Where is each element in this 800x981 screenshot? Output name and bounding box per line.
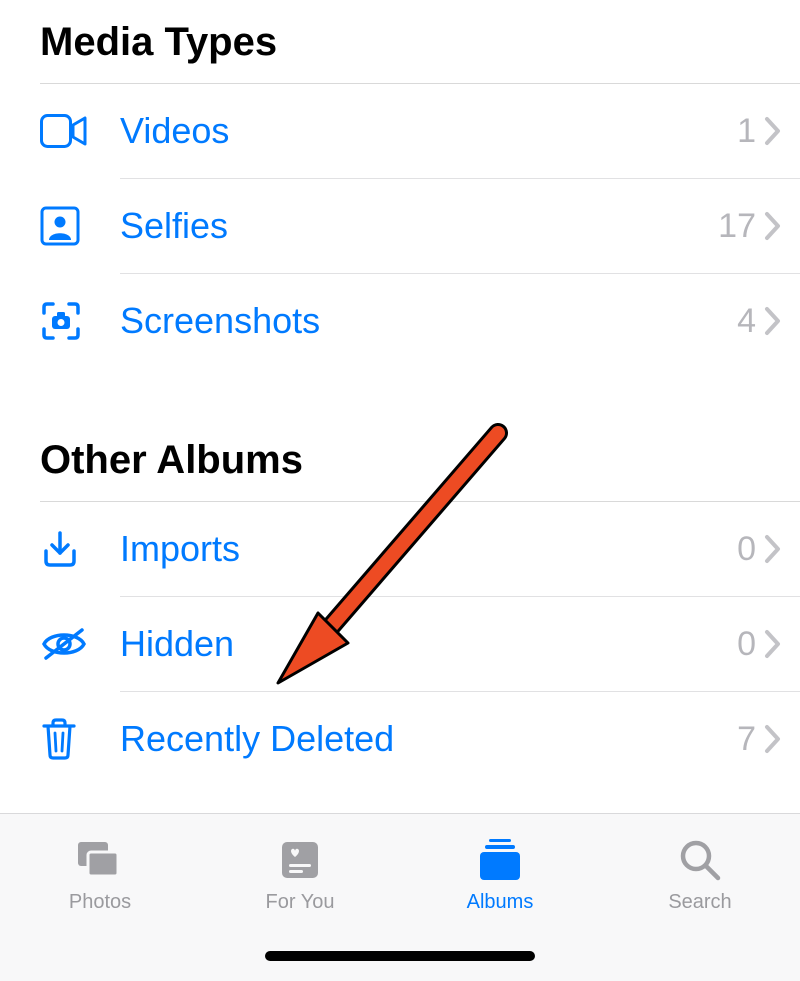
tab-label: For You <box>266 891 335 914</box>
row-screenshots[interactable]: Screenshots 4 <box>0 274 800 368</box>
row-count: 1 <box>737 112 756 151</box>
trash-icon <box>40 717 102 761</box>
chevron-right-icon <box>764 116 782 146</box>
screenshot-icon <box>40 300 102 342</box>
row-label: Hidden <box>102 623 737 665</box>
row-recently-deleted[interactable]: Recently Deleted 7 <box>0 692 800 786</box>
photos-icon <box>74 835 126 885</box>
section-header-other-albums: Other Albums <box>0 418 800 501</box>
albums-icon <box>475 835 525 885</box>
row-count: 17 <box>718 207 756 246</box>
tab-albums[interactable]: Albums <box>400 814 600 934</box>
row-count: 0 <box>737 625 756 664</box>
chevron-right-icon <box>764 211 782 241</box>
row-videos[interactable]: Videos 1 <box>0 84 800 178</box>
section-gap <box>0 368 800 418</box>
for-you-icon <box>278 835 322 885</box>
row-label: Videos <box>102 110 737 152</box>
video-icon <box>40 114 102 148</box>
tab-bar: Photos For You Albums Search <box>0 813 800 981</box>
chevron-right-icon <box>764 724 782 754</box>
tab-search[interactable]: Search <box>600 814 800 934</box>
row-count: 4 <box>737 302 756 341</box>
home-indicator[interactable] <box>265 951 535 961</box>
section-header-media-types: Media Types <box>0 0 800 83</box>
chevron-right-icon <box>764 306 782 336</box>
content-area: Media Types Videos 1 Selfies 17 <box>0 0 800 786</box>
hidden-icon <box>40 626 102 662</box>
import-icon <box>40 529 102 569</box>
tab-label: Albums <box>467 891 534 914</box>
row-imports[interactable]: Imports 0 <box>0 502 800 596</box>
selfie-icon <box>40 206 102 246</box>
photos-albums-screen: Media Types Videos 1 Selfies 17 <box>0 0 800 981</box>
tab-for-you[interactable]: For You <box>200 814 400 934</box>
tab-label: Photos <box>69 891 131 914</box>
row-label: Imports <box>102 528 737 570</box>
row-label: Screenshots <box>102 300 737 342</box>
row-count: 0 <box>737 530 756 569</box>
search-icon <box>678 835 722 885</box>
tab-photos[interactable]: Photos <box>0 814 200 934</box>
row-label: Selfies <box>102 205 718 247</box>
row-hidden[interactable]: Hidden 0 <box>0 597 800 691</box>
row-selfies[interactable]: Selfies 17 <box>0 179 800 273</box>
chevron-right-icon <box>764 534 782 564</box>
row-count: 7 <box>737 720 756 759</box>
row-label: Recently Deleted <box>102 718 737 760</box>
chevron-right-icon <box>764 629 782 659</box>
tab-label: Search <box>668 891 731 914</box>
